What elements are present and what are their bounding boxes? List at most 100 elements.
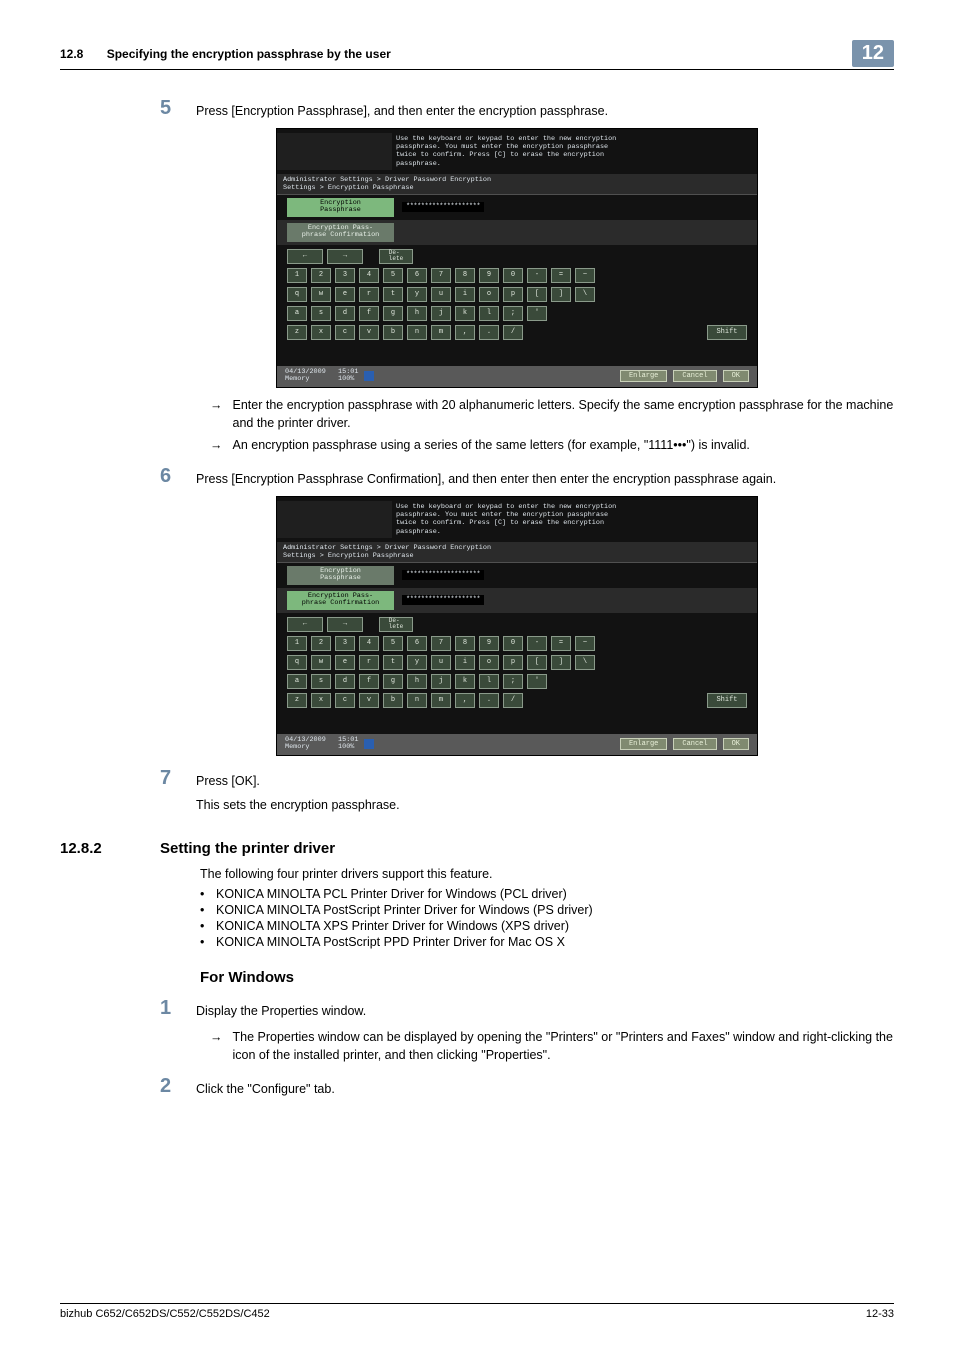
- keyboard-key[interactable]: ,: [455, 325, 475, 340]
- cancel-button[interactable]: Cancel: [673, 738, 716, 750]
- passphrase-confirmation-input[interactable]: ********************: [402, 595, 484, 605]
- keyboard-key[interactable]: b: [383, 325, 403, 340]
- keyboard-key[interactable]: t: [383, 287, 403, 302]
- encryption-passphrase-tab[interactable]: Encryption Passphrase: [287, 198, 394, 217]
- arrow-right-key[interactable]: →: [327, 249, 363, 264]
- keyboard-key[interactable]: 2: [311, 636, 331, 651]
- keyboard-key[interactable]: \: [575, 287, 595, 302]
- enlarge-button[interactable]: Enlarge: [620, 738, 667, 750]
- delete-key[interactable]: De- lete: [379, 249, 413, 264]
- keyboard-key[interactable]: i: [455, 287, 475, 302]
- keyboard-key[interactable]: u: [431, 655, 451, 670]
- keyboard-key[interactable]: ': [527, 306, 547, 321]
- passphrase-input[interactable]: ********************: [402, 570, 484, 580]
- keyboard-key[interactable]: ;: [503, 306, 523, 321]
- keyboard-key[interactable]: 5: [383, 268, 403, 283]
- keyboard-key[interactable]: n: [407, 693, 427, 708]
- keyboard-key[interactable]: k: [455, 674, 475, 689]
- keyboard-key[interactable]: ]: [551, 655, 571, 670]
- keyboard-key[interactable]: q: [287, 287, 307, 302]
- keyboard-key[interactable]: 5: [383, 636, 403, 651]
- keyboard-key[interactable]: q: [287, 655, 307, 670]
- keyboard-key[interactable]: -: [527, 268, 547, 283]
- arrow-right-key[interactable]: →: [327, 617, 363, 632]
- keyboard-key[interactable]: h: [407, 674, 427, 689]
- keyboard-key[interactable]: ,: [455, 693, 475, 708]
- keyboard-key[interactable]: t: [383, 655, 403, 670]
- keyboard-key[interactable]: n: [407, 325, 427, 340]
- keyboard-key[interactable]: ': [527, 674, 547, 689]
- keyboard-key[interactable]: u: [431, 287, 451, 302]
- keyboard-key[interactable]: 8: [455, 268, 475, 283]
- keyboard-key[interactable]: c: [335, 325, 355, 340]
- enlarge-button[interactable]: Enlarge: [620, 370, 667, 382]
- keyboard-key[interactable]: r: [359, 655, 379, 670]
- keyboard-key[interactable]: w: [311, 655, 331, 670]
- keyboard-key[interactable]: 7: [431, 636, 451, 651]
- keyboard-key[interactable]: b: [383, 693, 403, 708]
- keyboard-key[interactable]: h: [407, 306, 427, 321]
- keyboard-key[interactable]: c: [335, 693, 355, 708]
- keyboard-key[interactable]: 3: [335, 268, 355, 283]
- keyboard-key[interactable]: k: [455, 306, 475, 321]
- arrow-left-key[interactable]: ←: [287, 249, 323, 264]
- shift-key[interactable]: Shift: [707, 325, 747, 340]
- keyboard-key[interactable]: f: [359, 674, 379, 689]
- keyboard-key[interactable]: x: [311, 325, 331, 340]
- keyboard-key[interactable]: l: [479, 306, 499, 321]
- keyboard-key[interactable]: 9: [479, 268, 499, 283]
- keyboard-key[interactable]: [: [527, 655, 547, 670]
- keyboard-key[interactable]: 0: [503, 268, 523, 283]
- keyboard-key[interactable]: o: [479, 287, 499, 302]
- keyboard-key[interactable]: y: [407, 287, 427, 302]
- keyboard-key[interactable]: z: [287, 325, 307, 340]
- keyboard-key[interactable]: j: [431, 674, 451, 689]
- keyboard-key[interactable]: g: [383, 306, 403, 321]
- keyboard-key[interactable]: 6: [407, 268, 427, 283]
- keyboard-key[interactable]: .: [479, 325, 499, 340]
- passphrase-input[interactable]: ********************: [402, 202, 484, 212]
- keyboard-key[interactable]: 1: [287, 268, 307, 283]
- keyboard-key[interactable]: e: [335, 655, 355, 670]
- delete-key[interactable]: De- lete: [379, 617, 413, 632]
- encryption-passphrase-tab[interactable]: Encryption Passphrase: [287, 566, 394, 585]
- keyboard-key[interactable]: e: [335, 287, 355, 302]
- shift-key[interactable]: Shift: [707, 693, 747, 708]
- keyboard-key[interactable]: 4: [359, 636, 379, 651]
- keyboard-key[interactable]: /: [503, 693, 523, 708]
- keyboard-key[interactable]: -: [527, 636, 547, 651]
- keyboard-key[interactable]: i: [455, 655, 475, 670]
- keyboard-key[interactable]: 4: [359, 268, 379, 283]
- keyboard-key[interactable]: y: [407, 655, 427, 670]
- keyboard-key[interactable]: r: [359, 287, 379, 302]
- keyboard-key[interactable]: ]: [551, 287, 571, 302]
- keyboard-key[interactable]: o: [479, 655, 499, 670]
- keyboard-key[interactable]: z: [287, 693, 307, 708]
- ok-button[interactable]: OK: [723, 738, 749, 750]
- keyboard-key[interactable]: ~: [575, 636, 595, 651]
- keyboard-key[interactable]: j: [431, 306, 451, 321]
- keyboard-key[interactable]: s: [311, 306, 331, 321]
- keyboard-key[interactable]: f: [359, 306, 379, 321]
- keyboard-key[interactable]: a: [287, 306, 307, 321]
- keyboard-key[interactable]: g: [383, 674, 403, 689]
- keyboard-key[interactable]: ;: [503, 674, 523, 689]
- keyboard-key[interactable]: p: [503, 655, 523, 670]
- keyboard-key[interactable]: 6: [407, 636, 427, 651]
- keyboard-key[interactable]: x: [311, 693, 331, 708]
- keyboard-key[interactable]: w: [311, 287, 331, 302]
- keyboard-key[interactable]: /: [503, 325, 523, 340]
- keyboard-key[interactable]: 0: [503, 636, 523, 651]
- cancel-button[interactable]: Cancel: [673, 370, 716, 382]
- keyboard-key[interactable]: 9: [479, 636, 499, 651]
- keyboard-key[interactable]: [: [527, 287, 547, 302]
- ok-button[interactable]: OK: [723, 370, 749, 382]
- keyboard-key[interactable]: 7: [431, 268, 451, 283]
- arrow-left-key[interactable]: ←: [287, 617, 323, 632]
- keyboard-key[interactable]: p: [503, 287, 523, 302]
- keyboard-key[interactable]: s: [311, 674, 331, 689]
- keyboard-key[interactable]: \: [575, 655, 595, 670]
- keyboard-key[interactable]: m: [431, 325, 451, 340]
- keyboard-key[interactable]: v: [359, 693, 379, 708]
- keyboard-key[interactable]: 8: [455, 636, 475, 651]
